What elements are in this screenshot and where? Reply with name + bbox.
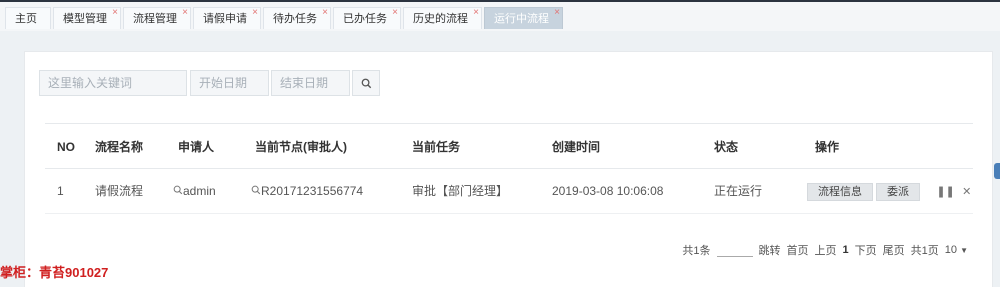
tab-close-icon[interactable]: × <box>473 2 479 24</box>
header-current-node: 当前节点(审批人) <box>255 140 347 154</box>
current-node-text: R20171231556774 <box>261 184 364 198</box>
close-icon[interactable]: ✕ <box>962 170 971 215</box>
first-page-link[interactable]: 首页 <box>787 242 809 258</box>
search-icon <box>251 185 261 195</box>
search-icon <box>361 78 371 88</box>
applicant-text: admin <box>183 184 216 198</box>
tab-label: 流程管理 <box>133 13 177 25</box>
jump-button[interactable]: 跳转 <box>759 242 781 258</box>
tab-home[interactable]: 主页 <box>5 7 51 29</box>
tab-todo-tasks[interactable]: 待办任务 × <box>263 7 331 29</box>
tab-label: 模型管理 <box>63 13 107 25</box>
tab-close-icon[interactable]: × <box>322 2 328 24</box>
tab-close-icon[interactable]: × <box>554 2 560 24</box>
tab-bar: 主页 模型管理 × 流程管理 × 请假申请 × 待办任务 × 已办任务 × 历史的流程 × … <box>0 0 1000 31</box>
shopkeeper-watermark: 掌柜：青苔901027 <box>0 265 109 280</box>
header-no: NO <box>57 140 75 154</box>
current-page: 1 <box>842 244 849 256</box>
start-date-input[interactable] <box>190 70 269 96</box>
cell-process-name: 请假流程 <box>95 184 144 198</box>
jump-page-input[interactable] <box>716 243 753 257</box>
next-page-link[interactable]: 下页 <box>855 242 877 258</box>
table-row: 1 请假流程 admin R20171231556774 审批【部门经理】 20… <box>45 169 973 214</box>
pagination: 共1条 跳转 首页 上页 1 下页 尾页 共1页 10 ▼ <box>682 242 968 258</box>
last-page-link[interactable]: 尾页 <box>883 242 905 258</box>
delegate-button[interactable]: 委派 <box>876 183 920 201</box>
header-created-time: 创建时间 <box>552 140 601 154</box>
table-header-row: NO 流程名称 申请人 当前节点(审批人) 当前任务 创建时间 状态 操作 <box>45 123 973 169</box>
tab-running-process[interactable]: 运行中流程 × <box>484 7 563 29</box>
tab-label: 运行中流程 <box>494 13 549 25</box>
tab-label: 请假申请 <box>203 13 247 25</box>
side-handle-icon[interactable] <box>994 163 1000 179</box>
total-count: 共1条 <box>682 245 711 257</box>
tab-label: 历史的流程 <box>413 13 468 25</box>
pause-icon[interactable]: ❚❚ <box>936 170 954 215</box>
cell-current-task: 审批【部门经理】 <box>412 184 509 198</box>
dropdown-caret-icon: ▼ <box>960 246 968 255</box>
tab-close-icon[interactable]: × <box>182 2 188 24</box>
status-badge: 正在运行 <box>714 184 763 198</box>
search-icon <box>173 185 183 195</box>
tab-leave-request[interactable]: 请假申请 × <box>193 7 261 29</box>
header-status: 状态 <box>714 140 739 154</box>
cell-actions: 流程信息 委派 ❚❚ ✕ <box>807 169 971 215</box>
search-button[interactable] <box>352 70 380 96</box>
page-size-value: 10 <box>944 244 958 256</box>
cell-no: 1 <box>57 184 64 198</box>
tab-label: 待办任务 <box>273 13 317 25</box>
current-node-link[interactable]: R20171231556774 <box>251 169 363 214</box>
header-actions: 操作 <box>815 140 840 154</box>
process-table: NO 流程名称 申请人 当前节点(审批人) 当前任务 创建时间 状态 操作 1 … <box>45 123 973 214</box>
end-date-input[interactable] <box>271 70 350 96</box>
header-current-task: 当前任务 <box>412 140 461 154</box>
tab-process-management[interactable]: 流程管理 × <box>123 7 191 29</box>
tab-done-tasks[interactable]: 已办任务 × <box>333 7 401 29</box>
keyword-input[interactable] <box>39 70 187 96</box>
tab-history-process[interactable]: 历史的流程 × <box>403 7 482 29</box>
tab-close-icon[interactable]: × <box>392 2 398 24</box>
main-panel: NO 流程名称 申请人 当前节点(审批人) 当前任务 创建时间 状态 操作 1 … <box>24 51 993 287</box>
page-size-select[interactable]: 10 ▼ <box>945 244 968 256</box>
tab-model-management[interactable]: 模型管理 × <box>53 7 121 29</box>
applicant-link[interactable]: admin <box>173 169 216 214</box>
tab-label: 已办任务 <box>343 13 387 25</box>
tab-label: 主页 <box>15 13 37 25</box>
process-info-button[interactable]: 流程信息 <box>807 183 873 201</box>
tab-close-icon[interactable]: × <box>252 2 258 24</box>
header-process-name: 流程名称 <box>95 140 144 154</box>
prev-page-link[interactable]: 上页 <box>815 242 837 258</box>
total-pages: 共1页 <box>910 245 939 257</box>
cell-created-time: 2019-03-08 10:06:08 <box>552 184 664 198</box>
tab-close-icon[interactable]: × <box>112 2 118 24</box>
header-applicant: 申请人 <box>178 140 215 154</box>
